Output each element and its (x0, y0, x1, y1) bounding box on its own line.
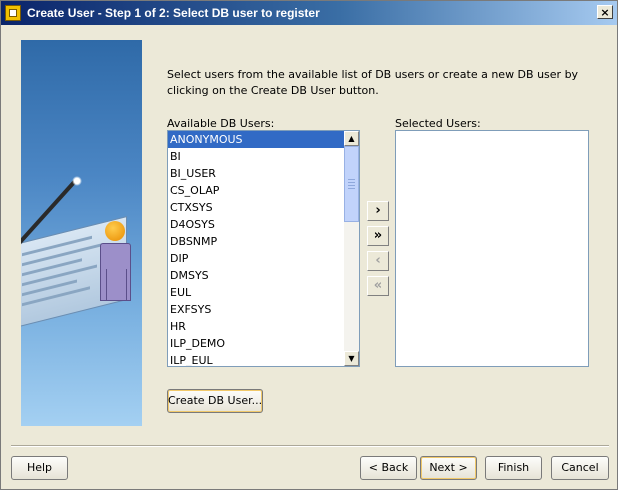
list-item[interactable]: DBSNMP (168, 233, 344, 250)
list-item[interactable]: ILP_EUL (168, 352, 344, 366)
list-item[interactable]: EUL (168, 284, 344, 301)
remove-all-users-button[interactable]: « (367, 276, 389, 296)
instructions-text: Select users from the available list of … (167, 68, 579, 97)
list-item[interactable]: CS_OLAP (168, 182, 344, 199)
person-head-graphic (105, 221, 125, 241)
footer-separator (11, 445, 609, 447)
wizard-illustration (21, 40, 142, 426)
finish-button[interactable]: Finish (485, 456, 542, 480)
help-button[interactable]: Help (11, 456, 68, 480)
app-icon (5, 5, 21, 21)
selected-users-list[interactable] (395, 130, 589, 367)
list-item[interactable]: CTXSYS (168, 199, 344, 216)
list-item[interactable]: DMSYS (168, 267, 344, 284)
scroll-down-button[interactable]: ▼ (344, 351, 359, 366)
scroll-up-button[interactable]: ▲ (344, 131, 359, 146)
add-user-button[interactable]: › (367, 201, 389, 221)
add-all-users-button[interactable]: » (367, 226, 389, 246)
available-users-label: Available DB Users: (167, 117, 275, 130)
wand-sparkle-graphic (72, 176, 82, 186)
available-users-items: ANONYMOUS BI BI_USER CS_OLAP CTXSYS D4OSYS DBS… (168, 131, 344, 366)
list-item[interactable]: BI (168, 148, 344, 165)
list-item[interactable]: HR (168, 318, 344, 335)
list-item[interactable]: BI_USER (168, 165, 344, 182)
title-bar: Create User - Step 1 of 2: Select DB use… (1, 1, 617, 25)
back-button[interactable]: < Back (360, 456, 417, 480)
close-button[interactable]: × (597, 5, 613, 19)
list-item[interactable]: D4OSYS (168, 216, 344, 233)
cancel-button[interactable]: Cancel (551, 456, 609, 480)
create-db-user-button[interactable]: Create DB User... (167, 389, 263, 413)
window-title: Create User - Step 1 of 2: Select DB use… (27, 6, 320, 20)
remove-user-button[interactable]: ‹ (367, 251, 389, 271)
list-item[interactable]: ILP_DEMO (168, 335, 344, 352)
next-button[interactable]: Next > (420, 456, 477, 480)
list-item[interactable]: DIP (168, 250, 344, 267)
list-item[interactable]: EXFSYS (168, 301, 344, 318)
available-users-scrollbar[interactable]: ▲ ▼ (344, 131, 359, 366)
selected-users-label: Selected Users: (395, 117, 481, 130)
create-user-dialog: Create User - Step 1 of 2: Select DB use… (0, 0, 618, 490)
person-legs-graphic (106, 269, 127, 301)
scroll-thumb[interactable] (344, 146, 359, 222)
list-item[interactable]: ANONYMOUS (168, 131, 344, 148)
available-users-list[interactable]: ANONYMOUS BI BI_USER CS_OLAP CTXSYS D4OSYS DBS… (167, 130, 360, 367)
